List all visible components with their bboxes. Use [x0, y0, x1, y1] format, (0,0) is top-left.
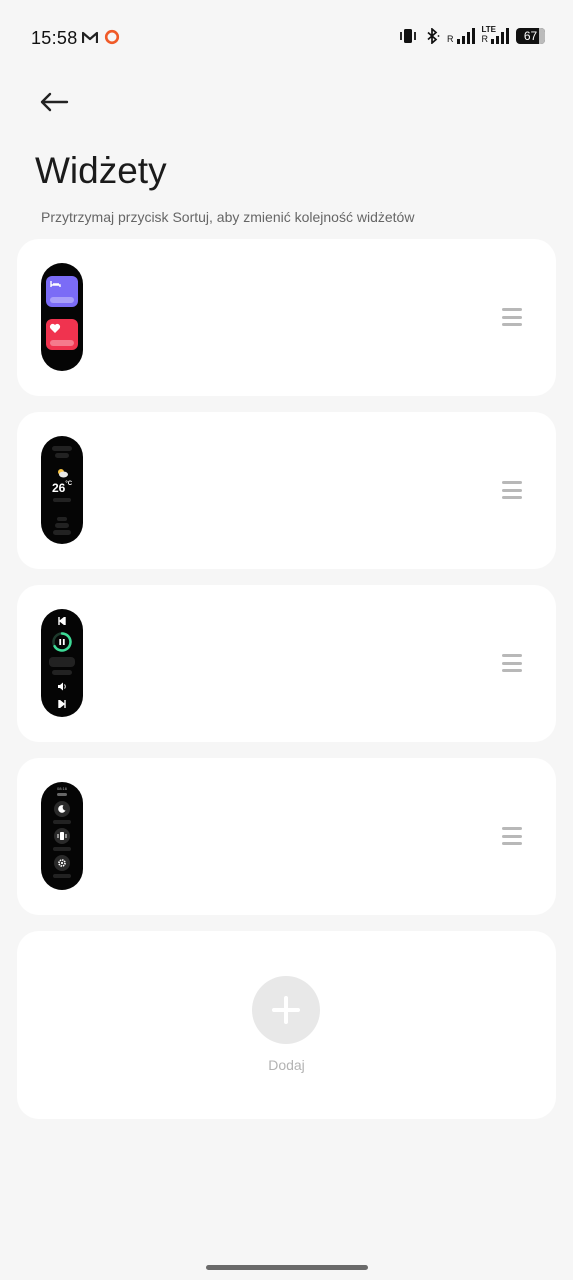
- record-icon: [104, 29, 120, 45]
- gear-icon: [58, 859, 66, 867]
- bluetooth-icon: [427, 28, 440, 44]
- heart-icon: [49, 323, 61, 333]
- widget-card-music[interactable]: [17, 585, 556, 742]
- battery-level: 67: [523, 29, 538, 43]
- add-widget-label: Dodaj: [268, 1057, 305, 1073]
- status-time: 15:58: [31, 28, 78, 48]
- signal-strength-icon-1: R: [447, 28, 475, 44]
- vibrate-icon: [400, 29, 416, 43]
- arrow-left-icon: [40, 92, 69, 112]
- drag-handle-icon[interactable]: [502, 827, 522, 845]
- signal-label-1: R: [447, 34, 454, 44]
- band-preview-music: [41, 609, 83, 717]
- widget-card-shortcuts[interactable]: 08:16: [17, 758, 556, 915]
- band-preview-sleep-heart: [41, 263, 83, 371]
- add-widget-button[interactable]: [252, 976, 320, 1044]
- sleep-tile: [46, 276, 78, 307]
- page-title: Widżety: [35, 150, 167, 191]
- status-system-icons: R LTE R 67: [399, 25, 545, 44]
- status-notification-icons: [82, 29, 120, 45]
- band-preview-shortcuts: 08:16: [41, 782, 83, 890]
- cloud-sun-icon: [58, 469, 68, 478]
- drag-handle-icon[interactable]: [502, 308, 522, 326]
- weather-temperature: 26°C: [51, 481, 73, 495]
- previous-track-icon: [58, 617, 66, 625]
- battery-icon: 67: [516, 28, 545, 44]
- heart-tile: [46, 319, 78, 350]
- bed-icon: [50, 281, 61, 287]
- next-track-icon: [58, 700, 66, 708]
- drag-handle-icon[interactable]: [502, 481, 522, 499]
- status-bar: 15:58 R LTE R 67: [0, 0, 573, 76]
- plus-icon: [272, 996, 300, 1024]
- signal-label-2: R: [481, 34, 489, 44]
- band-time-text: 08:16: [56, 786, 67, 791]
- vibrate-icon: [57, 832, 67, 840]
- drag-handle-icon[interactable]: [502, 654, 522, 672]
- page-subtitle: Przytrzymaj przycisk Sortuj, aby zmienić…: [41, 209, 415, 225]
- moon-icon: [58, 805, 66, 813]
- widget-card-weather[interactable]: 26°C: [17, 412, 556, 569]
- play-progress-ring-icon: [52, 632, 72, 652]
- gmail-icon: [82, 31, 98, 43]
- widget-card-sleep-heart[interactable]: [17, 239, 556, 396]
- band-preview-weather: 26°C: [41, 436, 83, 544]
- volume-icon: [58, 682, 66, 691]
- lte-label: LTE: [481, 25, 497, 34]
- back-button[interactable]: [34, 84, 74, 120]
- add-widget-card: Dodaj: [17, 931, 556, 1119]
- home-indicator[interactable]: [206, 1265, 368, 1270]
- signal-strength-icon-2: LTE R: [481, 25, 509, 44]
